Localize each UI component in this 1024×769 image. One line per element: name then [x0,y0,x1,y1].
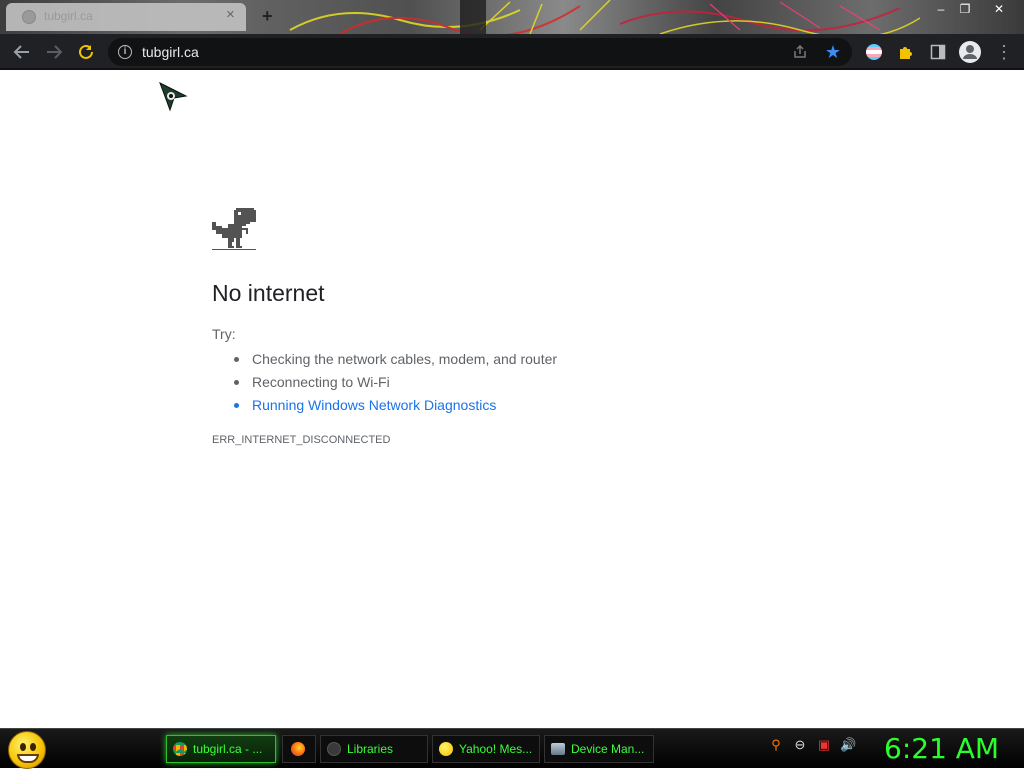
taskbar: tubgirl.ca - ... Libraries Yahoo! Mes...… [0,728,1024,769]
taskbar-task-device-manager[interactable]: Device Man... [544,735,654,763]
start-button-smiley-icon[interactable] [8,731,46,769]
tab-favicon-icon [22,10,36,24]
suggestion-check-cables: Checking the network cables, modem, and … [233,350,557,373]
restore-button[interactable]: ❐ [954,1,976,17]
try-label: Try: [212,326,236,342]
side-panel-icon[interactable] [924,34,952,70]
taskbar-clock[interactable]: 6:21 AM [884,732,999,765]
tab-close-icon[interactable]: × [226,7,235,23]
url-text[interactable]: tubgirl.ca [142,44,199,60]
address-bar[interactable]: i tubgirl.ca ★ [108,38,852,66]
pride-profile-extension-icon[interactable] [860,34,888,70]
minimize-button[interactable]: – [930,1,952,17]
task-label: Yahoo! Mes... [459,742,533,756]
site-info-icon[interactable]: i [118,45,132,59]
extensions-puzzle-icon[interactable] [892,34,920,70]
search-icon[interactable]: ⚲ [768,737,784,753]
suggestions-list: Checking the network cables, modem, and … [233,350,557,419]
error-code: ERR_INTERNET_DISCONNECTED [212,434,391,446]
page-title: No internet [212,280,325,306]
firefox-icon [291,742,305,756]
task-label: Libraries [347,742,394,756]
reload-icon[interactable] [72,34,100,70]
offline-dino-icon [212,208,256,250]
close-window-button[interactable]: ✕ [988,1,1010,17]
share-icon[interactable] [790,42,810,62]
yahoo-messenger-icon [439,742,453,756]
taskbar-task-yahoo-messenger[interactable]: Yahoo! Mes... [432,735,540,763]
bookmark-star-icon[interactable]: ★ [822,41,844,63]
volume-icon[interactable]: 🔊 [840,737,856,753]
device-manager-icon [551,743,565,755]
taskbar-task-firefox[interactable] [282,735,316,763]
run-network-diagnostics-link[interactable]: Running Windows Network Diagnostics [233,396,557,419]
wallpaper-scribble [289,0,920,34]
chrome-icon [173,742,187,756]
new-tab-button[interactable]: + [262,6,273,27]
suggestion-reconnect-wifi: Reconnecting to Wi-Fi [233,373,557,396]
folder-icon [327,742,341,756]
taskbar-task-libraries[interactable]: Libraries [320,735,428,763]
forward-arrow-icon[interactable] [40,34,68,70]
task-label: tubgirl.ca - ... [193,742,263,756]
tab-strip: tubgirl.ca × + – ❐ ✕ [0,0,1024,34]
tab-title: tubgirl.ca [44,9,93,23]
browser-toolbar: i tubgirl.ca ★ ⋮ [0,34,1024,70]
network-disconnected-icon[interactable]: ▣ [816,737,832,753]
error-page: No internet Try: Checking the network ca… [0,70,1024,728]
back-arrow-icon[interactable] [8,34,36,70]
mouse-cursor-icon [159,82,188,112]
browser-tab[interactable] [6,3,246,31]
task-label: Device Man... [571,742,645,756]
minus-circle-icon[interactable]: ⊖ [792,737,808,753]
chrome-menu-icon[interactable]: ⋮ [990,34,1018,70]
taskbar-task-chrome[interactable]: tubgirl.ca - ... [166,735,276,763]
profile-avatar-icon[interactable] [956,34,984,70]
